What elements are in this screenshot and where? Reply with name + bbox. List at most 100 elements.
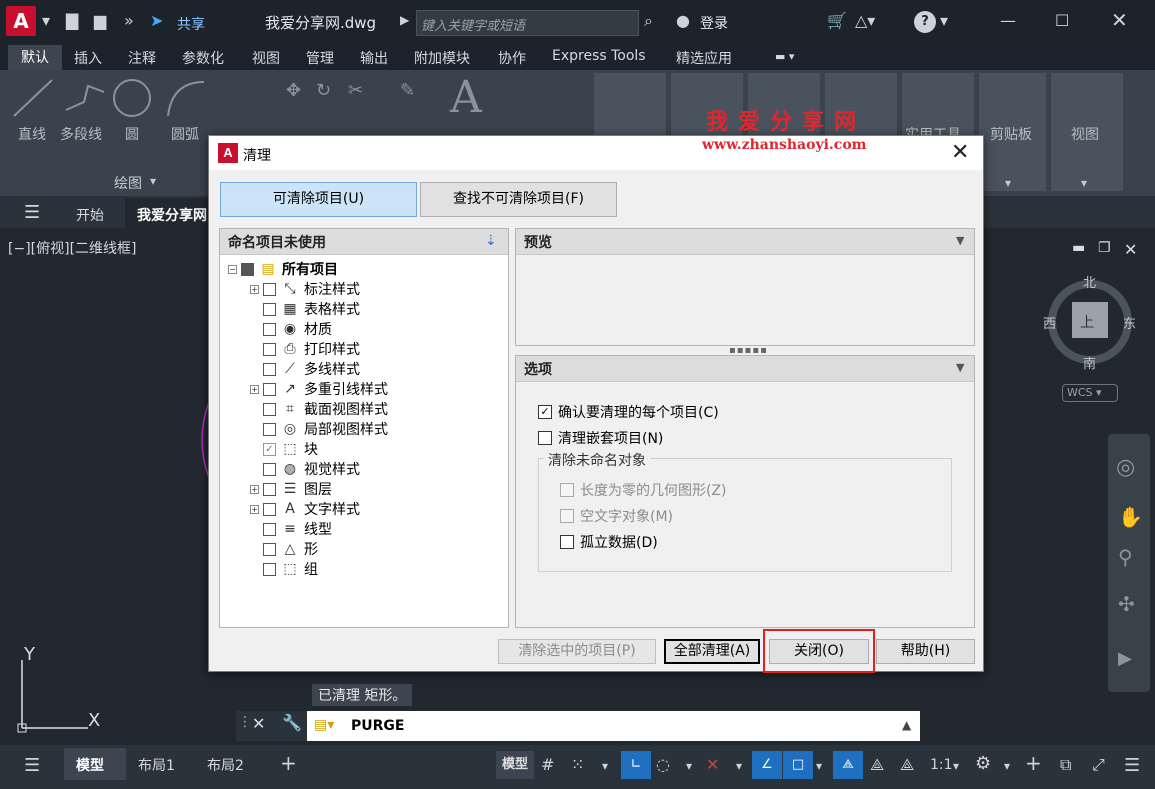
tab-express-tools[interactable]: Express Tools	[552, 48, 646, 64]
fullscreen-icon[interactable]: ⤢	[1092, 755, 1105, 775]
help-icon[interactable]: ?	[914, 11, 936, 33]
purge-all-button[interactable]: 全部清理(A)	[664, 639, 760, 664]
viewcube-west[interactable]: 西	[1043, 313, 1056, 332]
annotation-visibility-toggle[interactable]: ⟁	[833, 751, 863, 779]
options-collapse-icon[interactable]: ▼	[956, 361, 964, 374]
annotation-scale-value[interactable]: 1:1	[930, 757, 953, 773]
annotation-scale-icon[interactable]: ⟁	[900, 755, 914, 775]
isodraft-menu-icon[interactable]: ▾	[736, 759, 742, 773]
quick-access-more-icon[interactable]: »	[124, 11, 134, 30]
sort-icon[interactable]: ⇣	[485, 233, 497, 249]
polyline-tool-label[interactable]: 多段线	[60, 124, 102, 144]
dialog-close-icon[interactable]: ✕	[951, 140, 969, 165]
tab-start[interactable]: 开始	[76, 205, 104, 225]
new-file-icon[interactable]: ▇	[66, 11, 78, 30]
close-button[interactable]: 关闭(O)	[769, 639, 869, 664]
clipboard-expand-icon[interactable]: ▾	[1005, 176, 1011, 190]
tree-item[interactable]: ⌗ 截面视图样式	[250, 399, 388, 419]
viewport-controls-label[interactable]: [−][俯视][二维线框]	[8, 238, 137, 258]
tree-item-checkbox[interactable]	[263, 462, 276, 476]
options-header[interactable]: 选项	[516, 356, 974, 382]
maximize-icon[interactable]: ☐	[1055, 11, 1069, 30]
tree-item[interactable]: △ 形	[250, 539, 388, 559]
tab-layout2[interactable]: 布局2	[207, 755, 244, 775]
snap-icon[interactable]: ⁙	[571, 755, 584, 774]
expand-icon[interactable]: +	[250, 384, 259, 394]
object-snap-toggle[interactable]: □	[783, 751, 813, 779]
tree-item-checkbox[interactable]	[263, 322, 276, 336]
pan-hand-icon[interactable]: ✋	[1118, 505, 1143, 529]
tree-item-checkbox[interactable]	[263, 482, 276, 496]
expand-icon[interactable]: +	[250, 484, 259, 494]
arc-tool-label[interactable]: 圆弧	[171, 124, 199, 144]
customize-statusbar-icon[interactable]: ☰	[1124, 755, 1140, 776]
ribbon-display-toggle-icon[interactable]: ▬ ▾	[775, 50, 794, 63]
circle-tool-label[interactable]: 圆	[125, 124, 139, 144]
tree-item-checkbox[interactable]	[263, 362, 276, 376]
crosshair-icon[interactable]: +	[1025, 751, 1042, 775]
login-button[interactable]: 登录	[700, 13, 728, 33]
grid-icon[interactable]: #	[541, 755, 554, 774]
clipboard-panel-label[interactable]: 剪贴板	[990, 124, 1032, 144]
showmotion-icon[interactable]: ▶	[1118, 648, 1132, 669]
steering-wheel-icon[interactable]: ◎	[1116, 455, 1135, 480]
tree-item[interactable]: ⬚ 组	[250, 559, 388, 579]
rotate-icon[interactable]: ↻	[316, 80, 331, 101]
isolate-objects-icon[interactable]: ⧉	[1060, 755, 1071, 775]
share-icon[interactable]: ➤	[150, 11, 163, 30]
orbit-icon[interactable]: ✣	[1118, 592, 1135, 616]
move-icon[interactable]: ✥	[286, 80, 301, 101]
help-menu-chevron-icon[interactable]: ▾	[940, 11, 948, 30]
tree-item[interactable]: + ⤡ 标注样式	[250, 279, 388, 299]
open-folder-icon[interactable]: ▆	[94, 11, 106, 30]
file-tabs-menu-icon[interactable]: ☰	[24, 202, 40, 223]
search-input[interactable]: 键入关键字或短语	[416, 10, 639, 36]
ortho-toggle[interactable]: ∟	[621, 751, 651, 779]
tree-item-checkbox[interactable]	[263, 402, 276, 416]
close-window-icon[interactable]: ✕	[1111, 8, 1128, 32]
osnap-menu-icon[interactable]: ▾	[816, 759, 822, 773]
purgeable-items-button[interactable]: 可清除项目(U)	[220, 182, 417, 217]
polar-menu-icon[interactable]: ▾	[686, 759, 692, 773]
tab-insert[interactable]: 插入	[74, 48, 102, 68]
tree-item-checkbox[interactable]	[263, 302, 276, 316]
trim-icon[interactable]: ✂	[348, 80, 363, 101]
viewport-close-icon[interactable]: ✕	[1124, 240, 1137, 259]
command-prompt-icon[interactable]: ▤▾	[314, 717, 334, 733]
expand-icon[interactable]: +	[250, 284, 259, 294]
command-close-icon[interactable]: ✕	[252, 714, 265, 733]
tree-item[interactable]: ◉ 材质	[250, 319, 388, 339]
confirm-each-item-option[interactable]: ✓ 确认要清理的每个项目(C)	[538, 402, 719, 422]
scale-menu-icon[interactable]: ▾	[953, 759, 959, 773]
settings-menu-icon[interactable]: ▾	[1004, 759, 1010, 773]
purge-checked-button[interactable]: 清除选中的项目(P)	[498, 639, 656, 664]
text-tool-icon[interactable]: A	[450, 72, 482, 123]
model-space-button[interactable]: 模型	[496, 751, 534, 779]
command-grip-icon[interactable]: ⋮	[238, 714, 252, 730]
tab-default[interactable]: 默认	[8, 45, 62, 71]
draw-panel-expand-icon[interactable]: ▾	[150, 174, 156, 188]
preview-collapse-icon[interactable]: ▼	[956, 234, 964, 247]
orphan-checkbox[interactable]	[560, 535, 574, 549]
polar-icon[interactable]: ◌	[656, 755, 670, 774]
tree-item[interactable]: ▦ 表格样式	[250, 299, 388, 319]
tree-item-checkbox[interactable]	[263, 382, 276, 396]
draw-panel-label[interactable]: 绘图	[114, 173, 142, 193]
tree-item-checkbox[interactable]	[263, 342, 276, 356]
dialog-titlebar[interactable]	[209, 136, 983, 170]
command-customize-icon[interactable]: 🔧	[282, 713, 302, 732]
command-history-toggle-icon[interactable]: ▲	[902, 718, 911, 732]
tree-item-checkbox[interactable]: ✓	[263, 442, 276, 456]
tree-item-checkbox[interactable]	[263, 562, 276, 576]
tree-item-checkbox[interactable]	[263, 542, 276, 556]
viewcube-south[interactable]: 南	[1083, 353, 1096, 372]
tab-parametric[interactable]: 参数化	[182, 48, 224, 68]
polyline-tool-icon[interactable]	[62, 76, 108, 120]
tree-item[interactable]: + A 文字样式	[250, 499, 388, 519]
app-menu-chevron-icon[interactable]: ▾	[42, 11, 50, 30]
tree-item[interactable]: ⎙ 打印样式	[250, 339, 388, 359]
tree-item-checkbox[interactable]	[263, 502, 276, 516]
zoom-icon[interactable]: ⚲	[1118, 545, 1133, 569]
circle-tool-icon[interactable]	[110, 76, 156, 120]
viewport-minimize-icon[interactable]: ▬	[1072, 240, 1085, 256]
